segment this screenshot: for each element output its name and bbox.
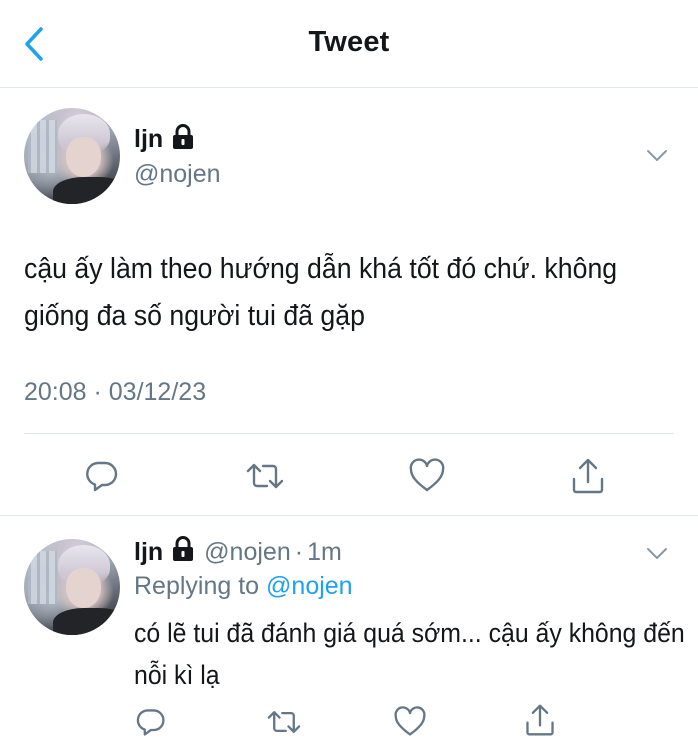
top-bar: Tweet	[0, 0, 698, 88]
avatar-face	[66, 136, 101, 178]
like-button[interactable]	[405, 454, 449, 498]
replying-to-mention[interactable]: @nojen	[266, 572, 353, 600]
share-icon	[526, 704, 554, 736]
author-name[interactable]: ljn	[134, 125, 163, 154]
avatar-body	[52, 177, 120, 204]
reply-button[interactable]	[80, 454, 124, 498]
tweet-menu-button[interactable]	[644, 146, 670, 166]
retweet-button[interactable]	[264, 702, 304, 742]
retweet-button[interactable]	[243, 454, 287, 498]
avatar-background	[27, 119, 57, 174]
replying-to-label: Replying to	[134, 572, 260, 600]
reply-button[interactable]	[131, 702, 171, 742]
reply-author-row: ljn @nojen · 1m	[134, 536, 342, 569]
divider	[24, 433, 674, 434]
chevron-down-icon	[647, 150, 667, 161]
avatar-body	[52, 608, 120, 635]
author-handle[interactable]: @nojen	[134, 160, 221, 189]
main-tweet: ljn @nojen cậu ấy làm theo hướng dẫn khá…	[0, 88, 698, 516]
tweet-text: cậu ấy làm theo hướng dẫn khá tốt đó chứ…	[24, 253, 618, 332]
avatar-face	[66, 567, 101, 609]
heart-icon	[394, 706, 426, 736]
tweet-timestamp[interactable]: 20:08 · 03/12/23	[24, 378, 206, 407]
replying-to-line: Replying to @nojen	[134, 572, 353, 601]
reply-text: có lẽ tui đã đánh giá quá sớm... cậu ấy …	[134, 618, 685, 690]
avatar[interactable]	[24, 108, 120, 204]
reply-icon	[136, 709, 165, 736]
author-handle[interactable]: @nojen	[204, 538, 291, 567]
tweet-menu-button[interactable]	[644, 544, 670, 564]
avatar[interactable]	[24, 539, 120, 635]
share-button[interactable]	[566, 454, 610, 498]
reply-time[interactable]: 1m	[307, 538, 342, 567]
reply-icon	[86, 461, 118, 492]
avatar-background	[27, 550, 57, 605]
lock-icon	[171, 124, 195, 155]
author-name-row: ljn	[134, 124, 195, 155]
chevron-down-icon	[647, 548, 667, 559]
retweet-icon	[267, 711, 301, 733]
share-button[interactable]	[520, 700, 560, 740]
page-title: Tweet	[308, 26, 390, 58]
share-icon	[572, 458, 604, 494]
retweet-icon	[246, 463, 284, 489]
heart-icon	[409, 458, 445, 492]
lock-icon	[171, 536, 195, 569]
like-button[interactable]	[390, 702, 430, 742]
separator-dot: ·	[294, 538, 304, 566]
reply-tweet: ljn @nojen · 1m Replying to @nojen có lẽ…	[0, 516, 698, 747]
author-name[interactable]: ljn	[134, 538, 163, 567]
